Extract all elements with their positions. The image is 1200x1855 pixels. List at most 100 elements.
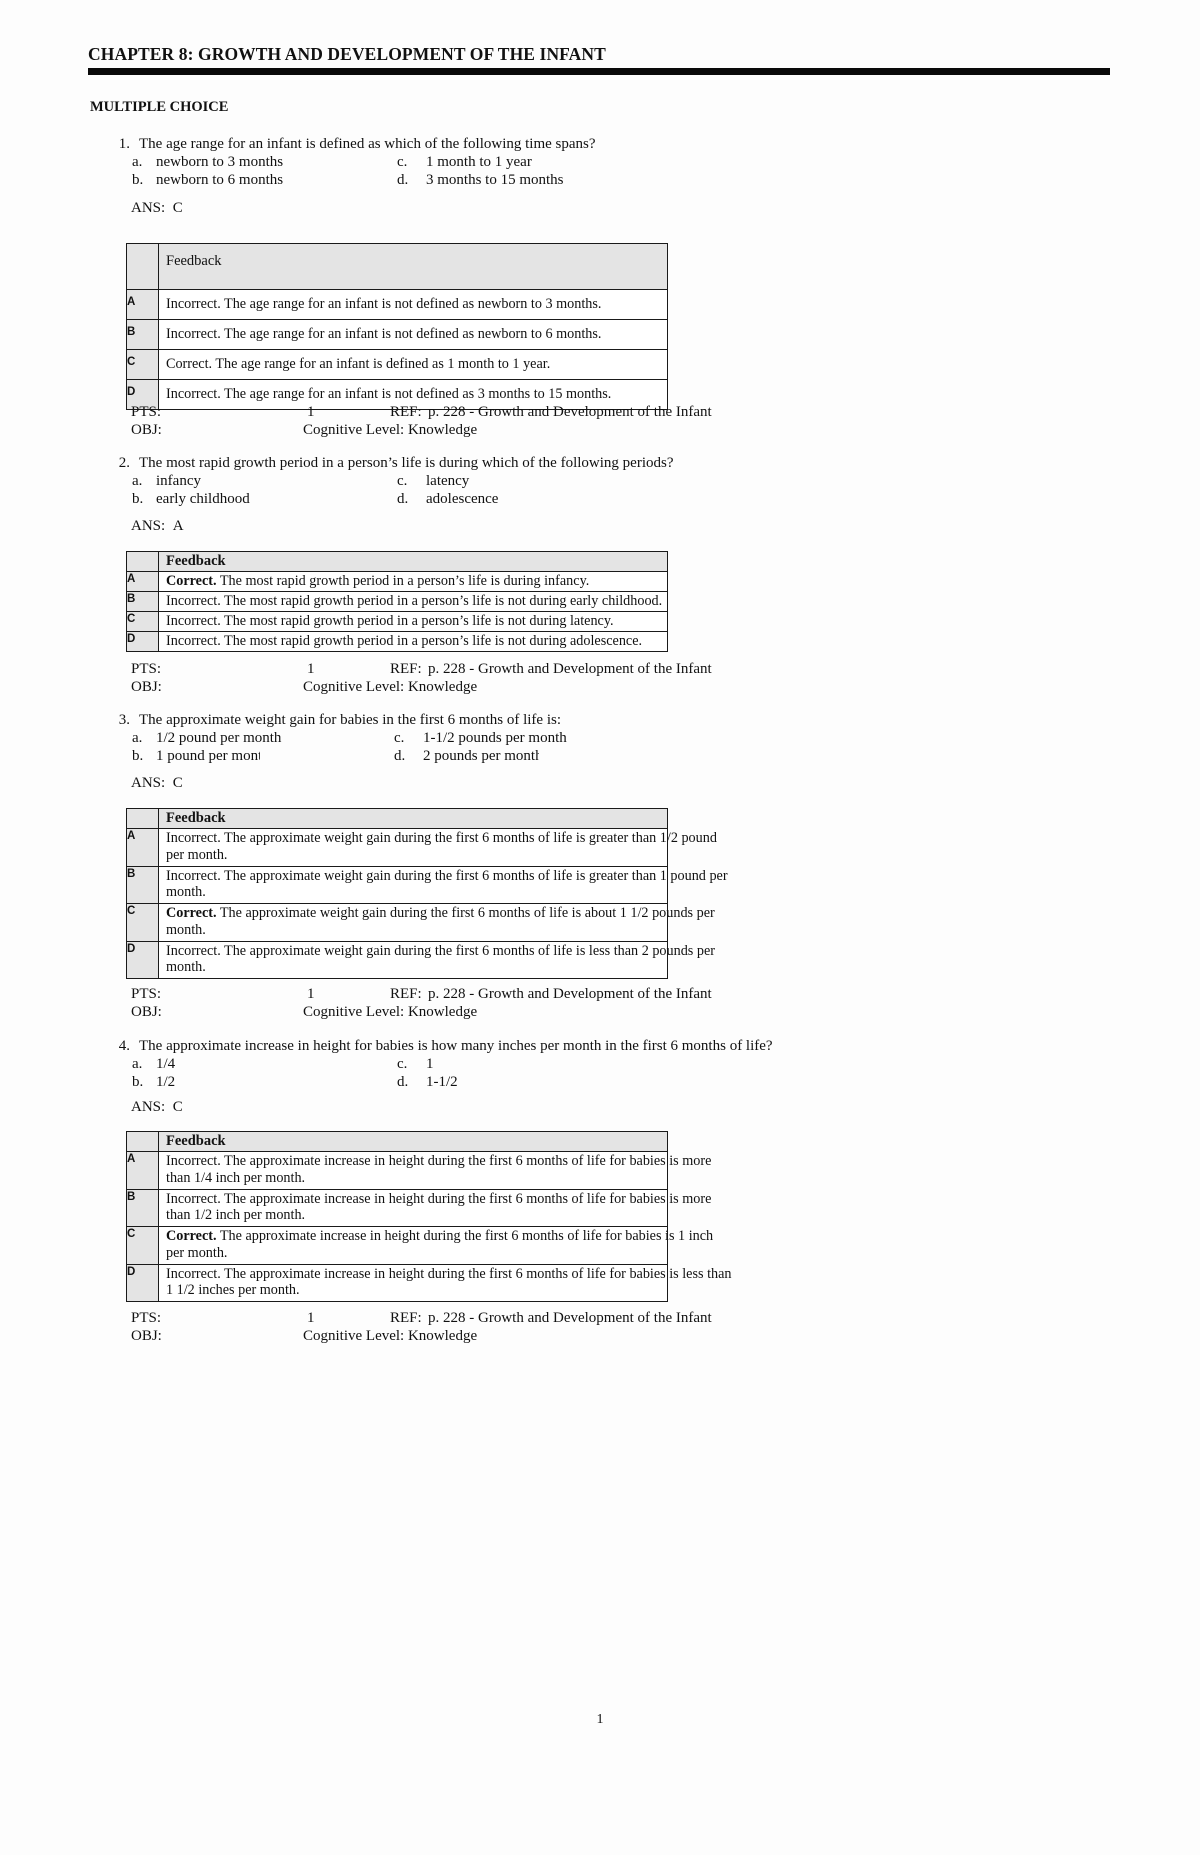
question-number: 1. <box>118 136 130 152</box>
obj-label: OBJ: <box>131 679 162 695</box>
obj-label: OBJ: <box>131 1328 162 1344</box>
table-row: C Incorrect. The most rapid growth perio… <box>126 611 668 632</box>
feedback-row-text: Incorrect. The approximate increase in h… <box>158 1151 711 1190</box>
feedback-row-text: Incorrect. The approximate weight gain d… <box>158 828 717 867</box>
ref-label: REF: <box>390 1310 422 1326</box>
feedback-row-text: Correct. The approximate weight gain dur… <box>158 903 715 942</box>
option-d-text[interactable]: 2 pounds per month <box>423 748 539 765</box>
feedback-row-letter: A <box>126 571 159 592</box>
question-stem: The age range for an infant is defined a… <box>139 136 596 152</box>
feedback-header-blank <box>126 551 159 572</box>
feedback-row-letter: D <box>126 1263 159 1302</box>
pts-ref-line: PTS: 1 REF: p. 228 - Growth and Developm… <box>131 404 712 421</box>
option-d-text[interactable]: 3 months to 15 months <box>426 172 676 189</box>
ref-value: p. 228 - Growth and Development of the I… <box>428 404 712 420</box>
answer-value: A <box>172 518 184 534</box>
feedback-text-a: Incorrect. The approximate increase in h… <box>166 1153 712 1186</box>
feedback-row-letter: A <box>126 828 159 867</box>
obj-line: OBJ: Cognitive Level: Knowledge <box>131 422 477 439</box>
option-a-text[interactable]: 1/4 <box>156 1056 276 1073</box>
feedback-row-letter: B <box>126 1188 159 1227</box>
option-b-text[interactable]: 1/2 <box>156 1074 276 1091</box>
option-c-text[interactable]: 1 month to 1 year <box>426 154 676 171</box>
feedback-row-text: Incorrect. The most rapid growth period … <box>158 611 668 632</box>
feedback-header-row: Feedback <box>126 1131 668 1152</box>
option-c-letter: c. <box>397 1056 408 1072</box>
feedback-row-text: Correct. The most rapid growth period in… <box>158 571 668 592</box>
option-c-text[interactable]: 1 <box>426 1056 546 1073</box>
option-b-text[interactable]: newborn to 6 months <box>156 172 386 189</box>
obj-line: OBJ: Cognitive Level: Knowledge <box>131 1328 477 1345</box>
pts-ref-line: PTS: 1 REF: p. 228 - Growth and Developm… <box>131 986 712 1003</box>
feedback-row-letter: A <box>126 289 159 320</box>
option-c-letter: c. <box>394 730 405 746</box>
answer-line: ANS: C <box>131 775 183 792</box>
feedback-text-b: Incorrect. The approximate weight gain d… <box>166 867 728 901</box>
feedback-text-b: Incorrect. The approximate increase in h… <box>166 1190 712 1224</box>
feedback-table: Feedback A Correct. The most rapid growt… <box>126 551 668 652</box>
table-row: B Incorrect. The approximate weight gain… <box>126 865 728 904</box>
feedback-row-letter: C <box>126 1226 159 1265</box>
feedback-correct-tag: Correct. <box>166 573 217 589</box>
feedback-row-text: Incorrect. The approximate weight gain d… <box>158 940 715 979</box>
option-a-text[interactable]: infancy <box>156 473 386 490</box>
feedback-row-text: Correct. The age range for an infant is … <box>158 349 668 380</box>
option-c-text[interactable]: 1-1/2 pounds per month <box>423 730 673 747</box>
option-a-letter: a. <box>132 154 143 170</box>
option-c-letter: c. <box>397 473 408 489</box>
option-d-letter: d. <box>397 1074 409 1090</box>
feedback-table: Feedback A Incorrect. The approximate we… <box>126 808 728 979</box>
feedback-header-label: Feedback <box>158 551 668 572</box>
table-row: C Correct. The age range for an infant i… <box>126 349 668 380</box>
feedback-row-letter: C <box>126 611 159 632</box>
feedback-header-label: Feedback <box>158 243 668 290</box>
feedback-row-letter: B <box>126 319 159 350</box>
option-b-text[interactable]: 1 pound per month <box>156 748 260 765</box>
feedback-text-b: Incorrect. The most rapid growth period … <box>166 593 663 609</box>
obj-label: OBJ: <box>131 422 162 438</box>
option-b-text[interactable]: early childhood <box>156 491 255 508</box>
table-row: A Correct. The most rapid growth period … <box>126 571 668 592</box>
table-row: D Incorrect. The most rapid growth perio… <box>126 631 668 652</box>
option-a-letter: a. <box>132 1056 143 1072</box>
answer-value: C <box>172 1099 183 1115</box>
feedback-header-row: Feedback <box>126 243 668 290</box>
pts-value: 1 <box>307 404 315 420</box>
option-d-letter: d. <box>397 491 409 507</box>
feedback-header-blank <box>126 243 159 290</box>
option-c-text[interactable]: latency <box>426 473 676 490</box>
option-d-text[interactable]: 1-1/2 <box>426 1074 546 1091</box>
feedback-text-d: Incorrect. The age range for an infant i… <box>166 386 612 402</box>
option-d-text[interactable]: adolescence <box>426 491 505 508</box>
feedback-table: Feedback A Incorrect. The approximate in… <box>126 1131 732 1302</box>
obj-line: OBJ: Cognitive Level: Knowledge <box>131 1004 477 1021</box>
table-row: B Incorrect. The approximate increase in… <box>126 1188 711 1227</box>
feedback-row-letter: D <box>126 940 159 979</box>
feedback-text-d: Incorrect. The most rapid growth period … <box>166 633 643 649</box>
answer-line: ANS: C <box>131 1099 183 1116</box>
table-row: B Incorrect. The most rapid growth perio… <box>126 591 668 612</box>
option-c-letter: c. <box>397 154 408 170</box>
obj-value: Cognitive Level: Knowledge <box>303 422 478 438</box>
feedback-text-d: Incorrect. The approximate increase in h… <box>166 1265 732 1299</box>
pts-ref-line: PTS: 1 REF: p. 228 - Growth and Developm… <box>131 661 712 678</box>
feedback-row-text: Incorrect. The approximate increase in h… <box>158 1188 711 1227</box>
table-row: D Incorrect. The approximate weight gain… <box>126 940 715 979</box>
pts-value: 1 <box>307 1310 315 1326</box>
answer-label: ANS: <box>131 1099 166 1115</box>
option-a-letter: a. <box>132 730 143 746</box>
option-a-text[interactable]: 1/2 pound per month <box>156 730 386 747</box>
table-row: D Incorrect. The approximate increase in… <box>126 1263 732 1302</box>
answer-label: ANS: <box>131 518 166 534</box>
option-a-text[interactable]: newborn to 3 months <box>156 154 386 171</box>
question-stem: The approximate increase in height for b… <box>139 1038 773 1054</box>
feedback-row-text: Incorrect. The approximate weight gain d… <box>158 865 728 904</box>
pts-label: PTS: <box>131 986 162 1002</box>
feedback-table: Feedback A Incorrect. The age range for … <box>126 243 668 410</box>
feedback-row-letter: C <box>126 903 159 942</box>
option-b-letter: b. <box>132 491 144 507</box>
feedback-header-label: Feedback <box>158 1131 668 1152</box>
ref-value: p. 228 - Growth and Development of the I… <box>428 1310 712 1326</box>
answer-line: ANS: A <box>131 518 184 535</box>
option-b-letter: b. <box>132 748 144 764</box>
